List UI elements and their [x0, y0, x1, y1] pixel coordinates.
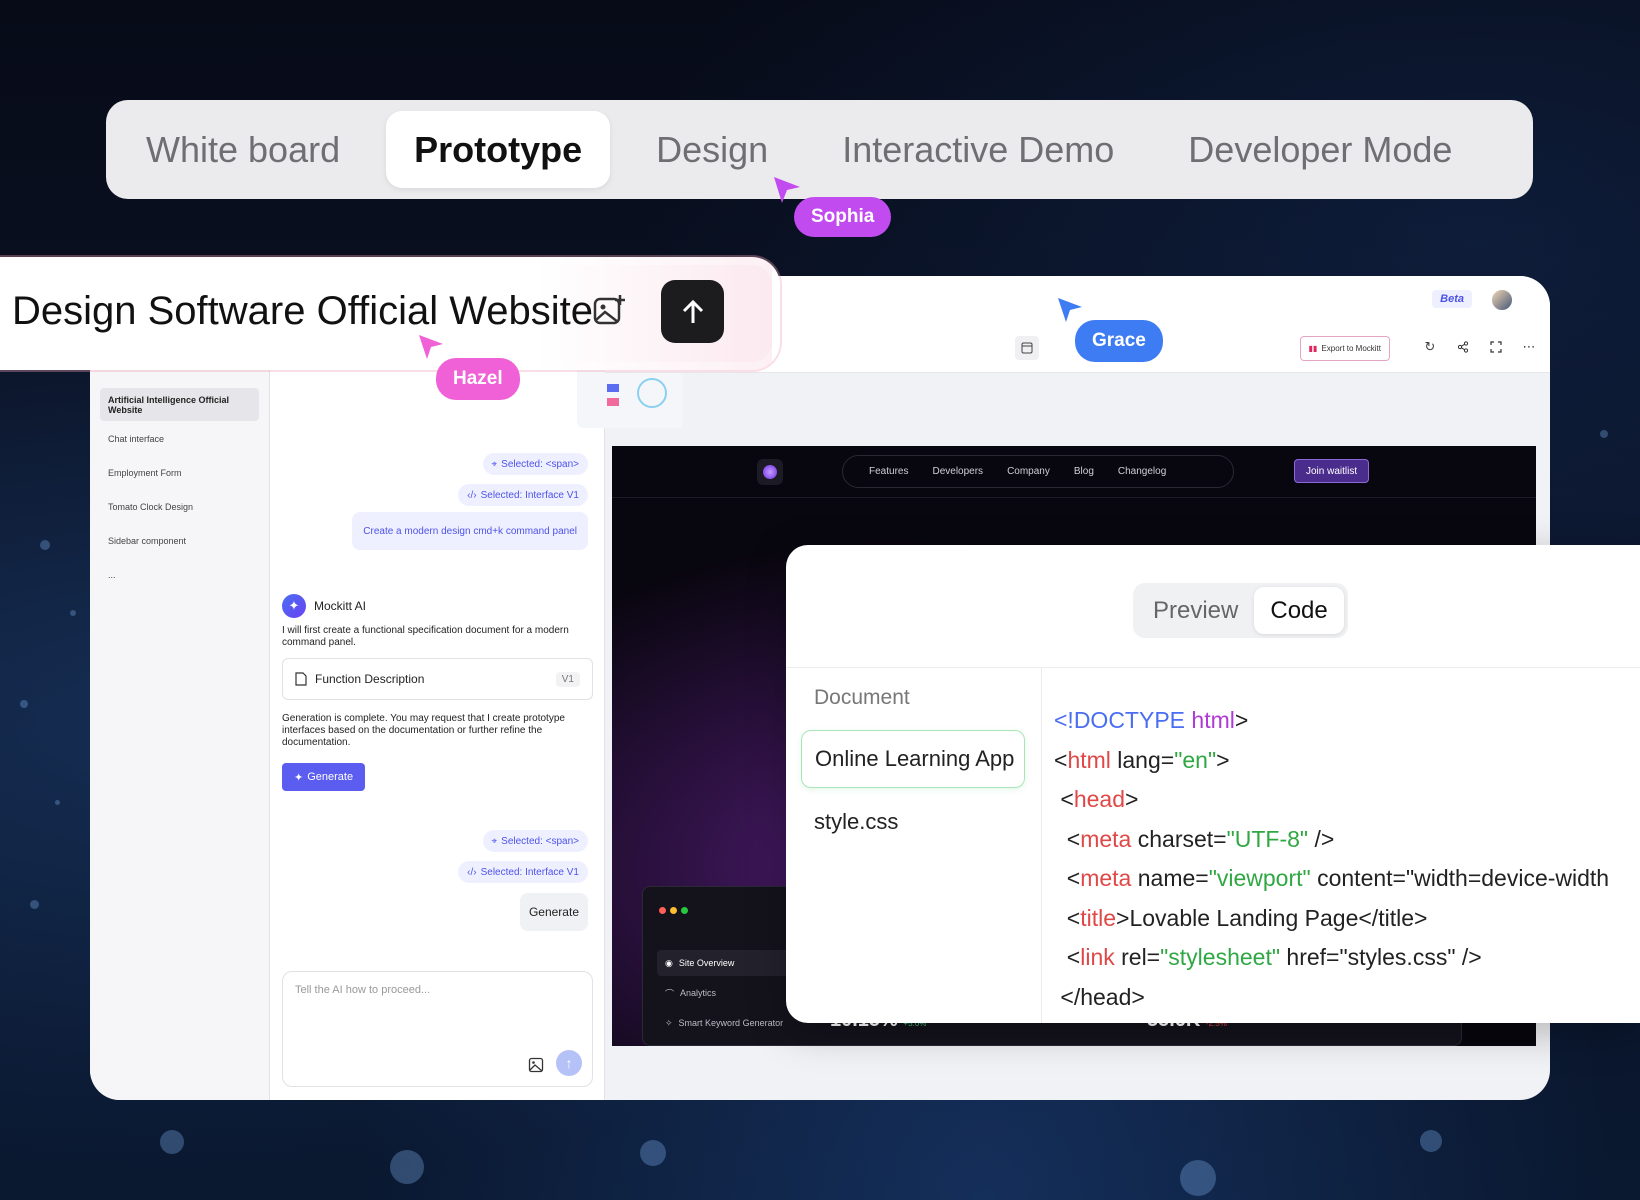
select-icon: ⌖: [491, 835, 498, 847]
add-image-icon[interactable]: [591, 293, 627, 329]
page-item[interactable]: Tomato Clock Design: [100, 490, 259, 523]
code-editor[interactable]: <!DOCTYPE html> <html lang="en"> <head> <…: [1054, 701, 1609, 1017]
fullscreen-icon[interactable]: [1487, 338, 1505, 356]
cursor-arrow-icon: [419, 335, 443, 359]
user-message: Create a modern design cmd+k command pan…: [352, 512, 588, 550]
chip-label: Selected: <span>: [501, 835, 579, 847]
more-icon[interactable]: ⋯: [1520, 338, 1538, 356]
beta-badge: Beta: [1432, 290, 1472, 308]
ai-name: Mockitt AI: [314, 599, 367, 613]
collaborator-name-tag: Hazel: [436, 358, 520, 400]
tab-prototype[interactable]: Prototype: [386, 111, 611, 188]
send-button[interactable]: [661, 280, 724, 343]
code-line: <title>Lovable Landing Page</title>: [1054, 904, 1428, 931]
document-card[interactable]: Function Description V1: [282, 658, 593, 700]
ai-chat-panel: ⌖ Selected: <span> ‹/› Selected: Interface…: [270, 276, 683, 1100]
chip-label: Selected: Interface V1: [480, 489, 579, 501]
ai-sparkle-icon: ✦: [282, 594, 306, 618]
tab-code[interactable]: Code: [1254, 587, 1344, 634]
refresh-icon[interactable]: ↻: [1421, 338, 1439, 356]
cursor-arrow-icon: [774, 177, 800, 203]
mockitt-logo-icon: ▮▮: [1308, 344, 1318, 353]
user-message: Generate: [519, 893, 588, 931]
code-line: <head>: [1054, 786, 1139, 812]
prompt-bar: Design Software Official Website: [0, 257, 780, 370]
ai-header: ✦ Mockitt AI: [282, 594, 366, 618]
site-logo-icon: [757, 459, 783, 485]
tab-interactive-demo[interactable]: Interactive Demo: [814, 111, 1142, 188]
code-line: <meta charset="UTF-8" />: [1054, 825, 1335, 852]
code-icon: ‹/›: [467, 866, 477, 878]
chat-input-placeholder: Tell the AI how to proceed...: [295, 984, 431, 996]
file-item[interactable]: style.css: [801, 793, 1025, 851]
join-waitlist-button[interactable]: Join waitlist: [1294, 459, 1370, 483]
chat-input[interactable]: Tell the AI how to proceed... ↑: [282, 971, 593, 1087]
send-button[interactable]: ↑: [556, 1050, 582, 1076]
code-line: <!DOCTYPE html>: [1054, 707, 1249, 733]
site-nav-item[interactable]: Blog: [1074, 466, 1094, 477]
tab-developer-mode[interactable]: Developer Mode: [1160, 111, 1480, 188]
page-item[interactable]: Chat interface: [100, 422, 259, 455]
chart-icon: ⌒: [665, 988, 675, 999]
ai-message: I will first create a functional specifi…: [282, 625, 569, 648]
tab-white-board[interactable]: White board: [118, 111, 368, 188]
mode-tab-bar: White board Prototype Design Interactive…: [106, 100, 1533, 199]
site-nav-item[interactable]: Developers: [932, 466, 983, 477]
page-item[interactable]: ...: [100, 558, 259, 591]
selection-chip[interactable]: ⌖ Selected: <span>: [482, 830, 588, 852]
code-icon: ‹/›: [467, 489, 477, 501]
export-button[interactable]: ▮▮ Export to Mockitt: [1299, 336, 1390, 361]
dashboard-nav-label: Smart Keyword Generator: [678, 1018, 784, 1028]
avatar[interactable]: [1490, 288, 1514, 312]
sparkle-icon: ✦: [294, 771, 304, 784]
document-label: Function Description: [315, 672, 425, 686]
document-icon: [295, 672, 307, 686]
eye-icon: ◉: [665, 957, 673, 968]
code-line: <meta name="viewport" content="width=dev…: [1054, 865, 1610, 891]
page-item[interactable]: Artificial Intelligence Official Website: [100, 388, 259, 421]
sparkle-icon: ✧: [665, 1017, 673, 1028]
collaborator-name-tag: Sophia: [794, 197, 892, 237]
site-nav-item[interactable]: Company: [1007, 466, 1050, 477]
version-badge: V1: [555, 671, 580, 687]
code-panel: Preview Code Document Online Learning Ap…: [786, 545, 1640, 1023]
cursor-arrow-icon: [1058, 298, 1082, 322]
page-item[interactable]: Employment Form: [100, 456, 259, 489]
file-list-heading: Document: [814, 686, 910, 709]
divider: [612, 497, 1536, 498]
preview-code-toggle: Preview Code: [1133, 583, 1348, 638]
export-label: Export to Mockitt: [1321, 344, 1381, 353]
dashboard-nav-label: Site Overview: [678, 958, 735, 968]
generate-button[interactable]: ✦ Generate: [282, 763, 366, 791]
window-controls: [659, 901, 692, 919]
chip-label: Selected: Interface V1: [480, 866, 579, 878]
tab-design[interactable]: Design: [628, 111, 796, 188]
tab-preview[interactable]: Preview: [1137, 587, 1254, 634]
collaborator-name-tag: Grace: [1075, 320, 1163, 362]
page-list-sidebar: Artificial Intelligence Official Website…: [90, 276, 270, 1100]
image-upload-icon[interactable]: [528, 1057, 544, 1073]
select-icon: ⌖: [491, 458, 498, 470]
divider: [1041, 667, 1042, 1023]
divider: [786, 667, 1640, 668]
code-line: <link rel="stylesheet" href="styles.css"…: [1054, 944, 1482, 970]
site-nav-item[interactable]: Changelog: [1118, 466, 1166, 477]
selection-chip[interactable]: ‹/› Selected: Interface V1: [458, 861, 588, 883]
file-item[interactable]: Online Learning App: [801, 730, 1025, 788]
chip-label: Selected: <span>: [501, 458, 579, 470]
dashboard-nav-label: Analytics: [680, 988, 717, 998]
generate-label: Generate: [307, 771, 354, 783]
page-item[interactable]: Sidebar component: [100, 524, 259, 557]
selection-chip[interactable]: ‹/› Selected: Interface V1: [458, 484, 588, 506]
share-icon[interactable]: [1454, 338, 1472, 356]
arrow-up-icon: [682, 299, 703, 323]
code-line: <html lang="en">: [1054, 746, 1230, 773]
ai-message: Generation is complete. You may request …: [282, 713, 565, 748]
site-nav: Features Developers Company Blog Changel…: [842, 455, 1234, 488]
layout-toggle-icon[interactable]: [1015, 336, 1039, 360]
code-line: </head>: [1054, 983, 1145, 1010]
site-nav-item[interactable]: Features: [869, 466, 908, 477]
selection-chip[interactable]: ⌖ Selected: <span>: [482, 453, 588, 475]
prompt-input[interactable]: Design Software Official Website: [12, 289, 593, 334]
